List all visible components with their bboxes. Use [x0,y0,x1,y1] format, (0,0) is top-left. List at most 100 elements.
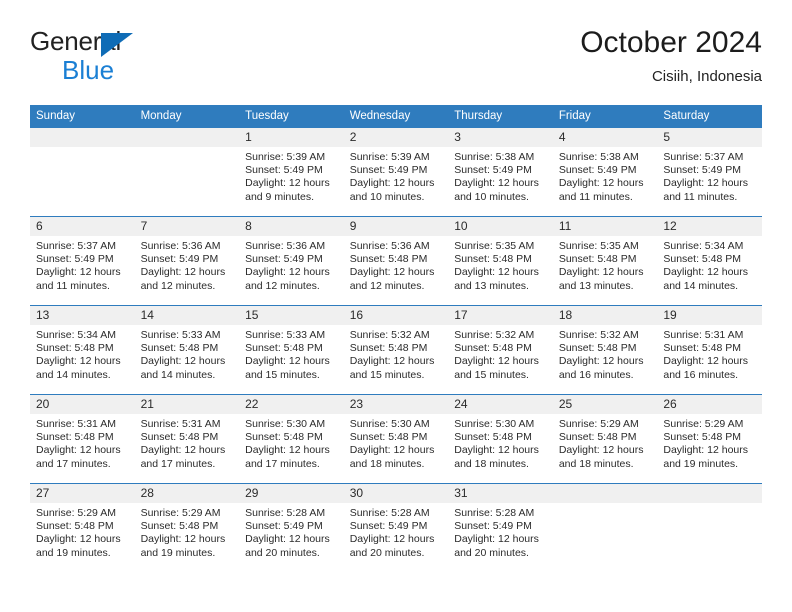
day-number: 21 [134,395,240,414]
calendar-day-cell[interactable]: 1 Sunrise: 5:39 AM Sunset: 5:49 PM Daylight… [239,127,344,217]
sunrise-text: Sunrise: 5:36 AM [245,240,326,252]
sun-info: Sunrise: 5:29 AM Sunset: 5:48 PM Daylight:… [30,503,135,560]
day-number: 6 [30,217,135,236]
day-cell-body: 30 Sunrise: 5:28 AM Sunset: 5:49 PM Dayligh… [343,484,449,572]
sunrise-text: Sunrise: 5:38 AM [454,151,535,163]
sun-info: Sunrise: 5:35 AM Sunset: 5:48 PM Daylight:… [553,236,658,293]
sunset-text: Sunset: 5:48 PM [140,431,219,444]
day-number: 14 [134,306,240,325]
sun-info: Sunrise: 5:33 AM Sunset: 5:48 PM Daylight:… [135,325,240,382]
calendar-page: General Blue October 2024 Cisiih, Indone… [0,0,792,612]
daylight-text: Daylight: 12 hours and 14 minutes. [36,355,121,381]
day-number: 23 [343,395,449,414]
day-cell-body: 2 Sunrise: 5:39 AM Sunset: 5:49 PM Daylight… [343,128,449,216]
day-number: 28 [134,484,240,503]
calendar-day-cell[interactable]: 7 Sunrise: 5:36 AM Sunset: 5:49 PM Daylight… [134,216,240,306]
sun-info: Sunrise: 5:39 AM Sunset: 5:49 PM Daylight:… [344,147,449,204]
calendar-week-row: 20 Sunrise: 5:31 AM Sunset: 5:48 PM Dayligh… [30,394,762,484]
calendar-day-cell[interactable]: 14 Sunrise: 5:33 AM Sunset: 5:48 PM Dayligh… [134,305,240,395]
sunset-text: Sunset: 5:48 PM [558,431,637,444]
day-cell-body: 21 Sunrise: 5:31 AM Sunset: 5:48 PM Dayligh… [134,395,240,483]
daylight-text: Daylight: 12 hours and 16 minutes. [663,355,749,381]
day-cell-body [30,128,135,216]
weekday-header-thursday: Thursday [448,105,553,128]
day-cell-body: 25 Sunrise: 5:29 AM Sunset: 5:48 PM Dayligh… [552,395,658,483]
day-cell-body [657,484,762,572]
sunset-text: Sunset: 5:48 PM [36,431,114,444]
daylight-text: Daylight: 12 hours and 18 minutes. [558,444,644,470]
calendar-day-cell[interactable]: 10 Sunrise: 5:35 AM Sunset: 5:48 PM Dayligh… [448,216,553,306]
sunset-text: Sunset: 5:49 PM [245,164,323,177]
day-number: 31 [448,484,553,503]
page-masthead: General Blue October 2024 Cisiih, Indone… [30,26,762,96]
sun-info: Sunrise: 5:38 AM Sunset: 5:49 PM Daylight:… [553,147,658,204]
calendar-day-cell[interactable]: 13 Sunrise: 5:34 AM Sunset: 5:48 PM Dayligh… [30,305,135,395]
day-number: 30 [343,484,449,503]
day-number: 16 [343,306,449,325]
day-cell-body: 29 Sunrise: 5:28 AM Sunset: 5:49 PM Dayligh… [239,484,344,572]
calendar-day-cell[interactable]: 6 Sunrise: 5:37 AM Sunset: 5:49 PM Daylight… [30,216,135,306]
sun-info: Sunrise: 5:36 AM Sunset: 5:49 PM Daylight:… [135,236,240,293]
calendar-day-cell[interactable]: 22 Sunrise: 5:30 AM Sunset: 5:48 PM Dayligh… [239,394,344,484]
day-number: 9 [343,217,449,236]
calendar-day-cell[interactable]: 29 Sunrise: 5:28 AM Sunset: 5:49 PM Dayligh… [239,483,344,572]
calendar-day-cell[interactable]: 30 Sunrise: 5:28 AM Sunset: 5:49 PM Dayligh… [343,483,449,572]
sun-info: Sunrise: 5:29 AM Sunset: 5:48 PM Daylight:… [553,414,658,471]
daylight-text: Daylight: 12 hours and 18 minutes. [454,444,539,470]
weekday-header-friday: Friday [552,105,658,128]
calendar-empty-cell [552,483,658,572]
calendar-day-cell[interactable]: 26 Sunrise: 5:29 AM Sunset: 5:48 PM Dayligh… [657,394,762,484]
day-cell-body: 4 Sunrise: 5:38 AM Sunset: 5:49 PM Daylight… [552,128,658,216]
daylight-text: Daylight: 12 hours and 10 minutes. [349,177,435,203]
calendar-day-cell[interactable]: 17 Sunrise: 5:32 AM Sunset: 5:48 PM Dayligh… [448,305,553,395]
calendar-day-cell[interactable]: 15 Sunrise: 5:33 AM Sunset: 5:48 PM Dayligh… [239,305,344,395]
calendar-day-cell[interactable]: 31 Sunrise: 5:28 AM Sunset: 5:49 PM Dayligh… [448,483,553,572]
calendar-day-cell[interactable]: 23 Sunrise: 5:30 AM Sunset: 5:48 PM Dayligh… [343,394,449,484]
daylight-text: Daylight: 12 hours and 14 minutes. [663,266,749,292]
calendar-day-cell[interactable]: 2 Sunrise: 5:39 AM Sunset: 5:49 PM Daylight… [343,127,449,217]
sunset-text: Sunset: 5:48 PM [454,431,532,444]
daylight-text: Daylight: 12 hours and 20 minutes. [454,533,539,559]
calendar-day-cell[interactable]: 12 Sunrise: 5:34 AM Sunset: 5:48 PM Dayligh… [657,216,762,306]
daylight-text: Daylight: 12 hours and 10 minutes. [454,177,539,203]
calendar-day-cell[interactable]: 27 Sunrise: 5:29 AM Sunset: 5:48 PM Dayligh… [30,483,135,572]
calendar-body: 1 Sunrise: 5:39 AM Sunset: 5:49 PM Daylight… [30,127,762,572]
sunrise-text: Sunrise: 5:29 AM [663,418,744,430]
day-number: 15 [239,306,344,325]
calendar-day-cell[interactable]: 11 Sunrise: 5:35 AM Sunset: 5:48 PM Dayligh… [552,216,658,306]
sunrise-text: Sunrise: 5:30 AM [454,418,535,430]
general-blue-logo[interactable]: General Blue [30,26,270,88]
sun-info: Sunrise: 5:36 AM Sunset: 5:49 PM Daylight:… [239,236,344,293]
sunrise-text: Sunrise: 5:34 AM [36,329,116,341]
sunrise-text: Sunrise: 5:32 AM [454,329,535,341]
calendar-day-cell[interactable]: 25 Sunrise: 5:29 AM Sunset: 5:48 PM Dayligh… [552,394,658,484]
calendar-day-cell[interactable]: 18 Sunrise: 5:32 AM Sunset: 5:48 PM Dayligh… [552,305,658,395]
daylight-text: Daylight: 12 hours and 20 minutes. [349,533,435,559]
sunset-text: Sunset: 5:49 PM [454,164,532,177]
calendar-day-cell[interactable]: 20 Sunrise: 5:31 AM Sunset: 5:48 PM Dayligh… [30,394,135,484]
day-cell-body: 19 Sunrise: 5:31 AM Sunset: 5:48 PM Dayligh… [657,306,762,394]
calendar-day-cell[interactable]: 5 Sunrise: 5:37 AM Sunset: 5:49 PM Daylight… [657,127,762,217]
calendar-day-cell[interactable]: 3 Sunrise: 5:38 AM Sunset: 5:49 PM Daylight… [448,127,553,217]
sun-info: Sunrise: 5:30 AM Sunset: 5:48 PM Daylight:… [448,414,553,471]
day-cell-body: 13 Sunrise: 5:34 AM Sunset: 5:48 PM Dayligh… [30,306,135,394]
sunrise-text: Sunrise: 5:29 AM [36,507,116,519]
day-number: 2 [343,128,449,147]
calendar-day-cell[interactable]: 28 Sunrise: 5:29 AM Sunset: 5:48 PM Dayligh… [134,483,240,572]
weekday-header-monday: Monday [134,105,240,128]
calendar-day-cell[interactable]: 24 Sunrise: 5:30 AM Sunset: 5:48 PM Dayligh… [448,394,553,484]
calendar-day-cell[interactable]: 21 Sunrise: 5:31 AM Sunset: 5:48 PM Dayligh… [134,394,240,484]
calendar-day-cell[interactable]: 8 Sunrise: 5:36 AM Sunset: 5:49 PM Daylight… [239,216,344,306]
sunset-text: Sunset: 5:48 PM [558,342,637,355]
calendar-day-cell[interactable]: 4 Sunrise: 5:38 AM Sunset: 5:49 PM Daylight… [552,127,658,217]
triangle-icon [101,33,133,57]
calendar-week-row: 13 Sunrise: 5:34 AM Sunset: 5:48 PM Dayligh… [30,305,762,395]
calendar-day-cell[interactable]: 16 Sunrise: 5:32 AM Sunset: 5:48 PM Dayligh… [343,305,449,395]
calendar-day-cell[interactable]: 19 Sunrise: 5:31 AM Sunset: 5:48 PM Dayligh… [657,305,762,395]
weekday-header-tuesday: Tuesday [239,105,344,128]
day-cell-body [552,484,658,572]
sun-info: Sunrise: 5:29 AM Sunset: 5:48 PM Daylight:… [657,414,762,471]
sunrise-text: Sunrise: 5:39 AM [349,151,430,163]
sunset-text: Sunset: 5:48 PM [36,520,114,533]
calendar-day-cell[interactable]: 9 Sunrise: 5:36 AM Sunset: 5:48 PM Daylight… [343,216,449,306]
